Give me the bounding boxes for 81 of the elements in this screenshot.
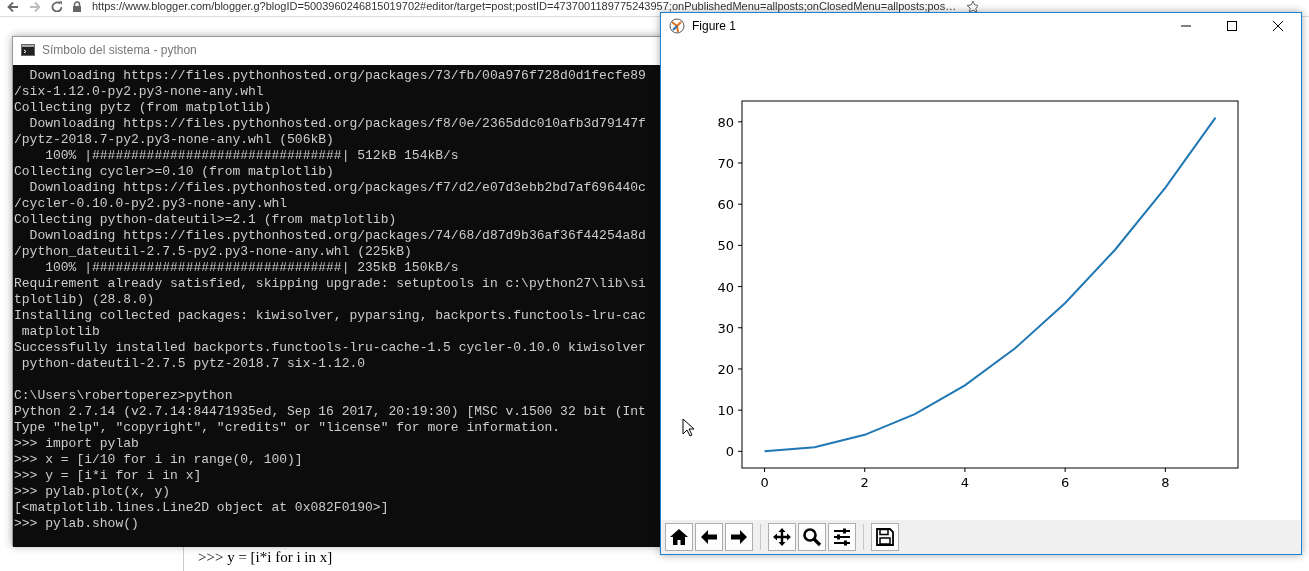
forward-button[interactable] [725, 523, 753, 551]
console-line: Requirement already satisfied, skipping upgrade: setuptools in c:\python27\lib\si [14, 276, 647, 292]
tick-label: 0 [725, 444, 734, 460]
console-line: >>> y = [i*i for i in x] [14, 468, 203, 484]
console-line: >>> pylab.plot(x, y) [14, 484, 172, 500]
console-line: Collecting pytz (from matplotlib) [14, 100, 273, 116]
reload-icon[interactable] [50, 0, 62, 12]
console-line: python-dateutil-2.7.5 pytz-2018.7 six-1.12.0 [20, 356, 367, 372]
window-title: Símbolo del sistema - python [42, 42, 197, 59]
tick-mark [737, 450, 743, 452]
tick-mark [737, 368, 743, 370]
console-line: C:\Users\robertoperez>python [14, 388, 234, 404]
tick-label: 6 [1061, 475, 1070, 490]
console-line: [<matplotlib.lines.Line2D object at 0x082F0190>] [14, 500, 390, 516]
tick-mark [737, 286, 743, 288]
tick-label: 0 [760, 475, 769, 490]
sliders-icon [832, 527, 852, 547]
tick-label: 20 [717, 361, 734, 377]
tick-mark [737, 244, 743, 246]
lock-icon [72, 0, 82, 12]
console-line: Downloading https://files.pythonhosted.org/packages/73/fb/00a976f728d0d1fecfe89 [28, 68, 647, 84]
console-line: /python_dateutil-2.7.5-py2.py3-none-any.whl (225kB) [14, 244, 413, 260]
save-button[interactable] [871, 523, 899, 551]
tick-mark [764, 467, 766, 473]
tick-label: 50 [717, 238, 734, 254]
window-title: Figure 1 [692, 18, 737, 35]
address-bar[interactable]: https://www.blogger.com/blogger.g?blogID=5003960246815019702#editor/target=post;postID=4737001189775243957;onPublishedMenu=allposts;onClosedMenu=allposts;pos… [92, 0, 957, 12]
tick-label: 2 [860, 475, 869, 490]
tick-label: 70 [717, 156, 734, 171]
console-line: /cycler-0.10.0-py2.py3-none-any.whl [14, 196, 289, 212]
console-line: Collecting python-dateutil>=2.1 (from matplotlib) [14, 212, 398, 228]
tick-label: 40 [717, 279, 734, 295]
console-line: 100% |################################| 512kB 154kB/s [44, 148, 460, 164]
console-line: Downloading https://files.pythonhosted.org/packages/f7/d2/e07d3ebb2bd7af696440c [28, 180, 647, 196]
tick-mark [964, 467, 966, 473]
console-line: Collecting cycler>=0.10 (from matplotlib) [14, 164, 335, 180]
configure-button[interactable] [828, 523, 856, 551]
code-text: >>> y = [i*i for i in x] [198, 548, 333, 567]
back-button[interactable] [695, 523, 723, 551]
console-line: Downloading https://files.pythonhosted.org/packages/f8/0e/2365ddc010afb3d79147f [28, 116, 647, 132]
console-line: Type "help", "copyright", "credits" or "license" for more information. [14, 420, 562, 436]
console-line: /six-1.12.0-py2.py3-none-any.whl [14, 84, 265, 100]
home-button[interactable] [665, 523, 693, 551]
tick-mark [1064, 467, 1066, 473]
console-line: Successfully installed backports.functools-lru-cache-1.5 cycler-0.10.0 kiwisolver [14, 340, 647, 356]
home-icon [669, 527, 689, 547]
tick-mark [737, 203, 743, 205]
tick-label: 30 [717, 320, 734, 336]
terminal-icon [21, 44, 35, 56]
console-line: >>> import pylab [14, 436, 140, 452]
back-icon[interactable] [6, 0, 18, 12]
tick-mark [864, 467, 866, 473]
tick-mark [737, 409, 743, 411]
tick-label: 4 [960, 475, 970, 490]
maximize-icon[interactable] [1226, 20, 1238, 32]
console-line: 100% |################################| 235kB 150kB/s [44, 260, 460, 276]
close-icon[interactable] [1272, 20, 1284, 32]
console-line: /pytz-2018.7-py2.py3-none-any.whl (506kB) [14, 132, 335, 148]
move-icon [772, 527, 792, 547]
tick-label: 80 [717, 114, 734, 130]
console-line: matplotlib [20, 324, 101, 340]
magnifier-icon [802, 527, 822, 547]
console-line: >>> pylab.show() [14, 516, 140, 532]
console-line: Python 2.7.14 (v2.7.14:84471935ed, Sep 16 2017, 20:19:30) [MSC v.1500 32 bit (Int [14, 404, 647, 420]
console-line: >>> x = [i/10 for i in range(0, 100)] [14, 452, 304, 468]
pan-button[interactable] [768, 523, 796, 551]
console-line: Installing collected packages: kiwisolver, pyparsing, backports.functools-lru-cac [14, 308, 647, 324]
zoom-button[interactable] [798, 523, 826, 551]
right-arrow-icon [729, 527, 749, 547]
tick-label: 60 [717, 197, 734, 213]
console-line: Downloading https://files.pythonhosted.org/packages/74/68/d87d9b36af36f44254a8d [28, 228, 647, 244]
tick-label: 10 [717, 403, 734, 419]
star-icon[interactable] [966, 0, 979, 12]
app-icon [669, 18, 685, 34]
tick-mark [737, 327, 743, 329]
console-line: tplotlib) (28.8.0) [14, 292, 156, 308]
tick-mark [1164, 467, 1166, 473]
tick-label: 8 [1161, 475, 1170, 490]
tick-mark [737, 162, 743, 164]
tick-mark [737, 121, 743, 123]
cursor-icon [682, 418, 694, 437]
